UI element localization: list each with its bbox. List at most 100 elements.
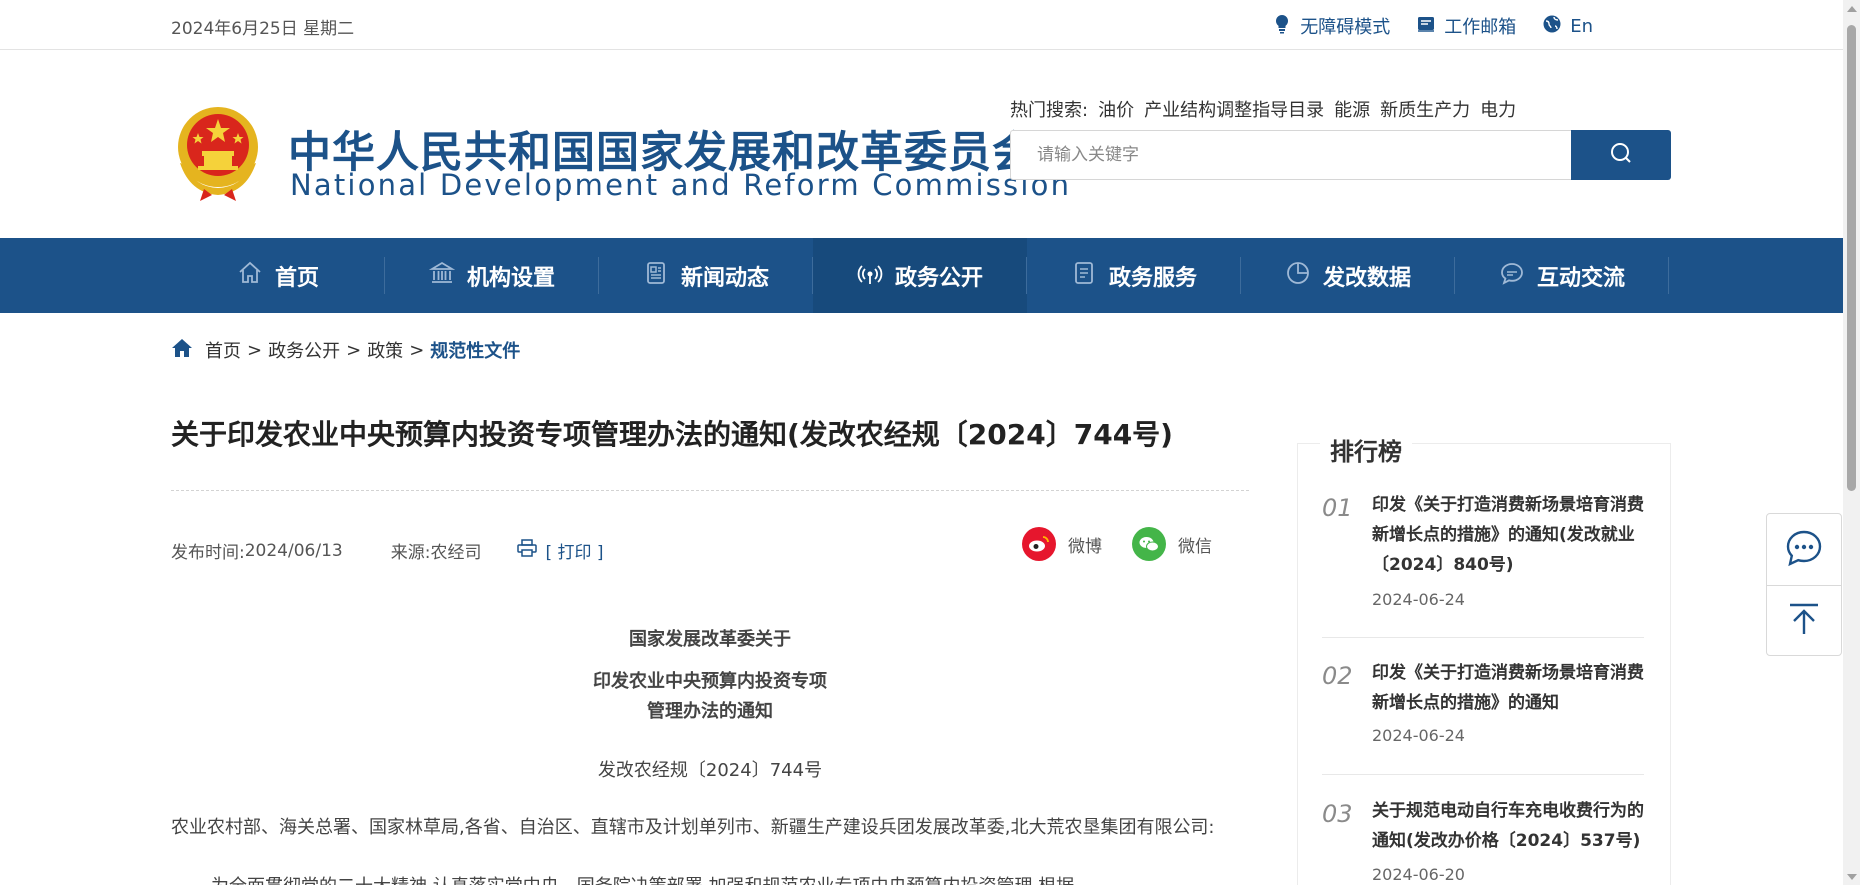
hot-search-label: 热门搜索: — [1010, 100, 1089, 121]
ranking-divider — [1322, 774, 1644, 775]
ranking-item-date: 2024-06-24 — [1372, 590, 1465, 609]
ranking-number: 01 — [1322, 494, 1353, 522]
current-date: 2024年6月25日 星期二 — [171, 19, 355, 39]
share-bar: 微博 微信 — [1022, 527, 1212, 561]
search-input[interactable] — [1011, 131, 1572, 179]
nav-item-government-service[interactable]: 政务服务 — [1027, 238, 1241, 313]
share-weibo-label: 微博 — [1068, 536, 1102, 557]
publish-date-label: 发布时间: — [171, 543, 245, 563]
ranking-item: 01 印发《关于打造消费新场景培育消费新增长点的措施》的通知(发改就业〔2024… — [1322, 490, 1644, 640]
english-label: En — [1570, 15, 1593, 37]
nav-item-government-affairs[interactable]: 政务公开 — [813, 238, 1027, 313]
nav-item-institution[interactable]: 机构设置 — [385, 238, 599, 313]
hot-keyword[interactable]: 油价 — [1098, 96, 1134, 122]
pie-chart-icon — [1285, 260, 1311, 292]
printer-icon — [517, 539, 538, 562]
breadcrumb-government-affairs[interactable]: 政务公开 — [268, 337, 340, 363]
top-links: 无障碍模式 工作邮箱 En — [1272, 13, 1593, 39]
print-button[interactable]: [ 打印 ] — [517, 538, 604, 563]
nav-item-interaction[interactable]: 互动交流 — [1455, 238, 1669, 313]
publish-date: 2024/06/13 — [244, 540, 343, 561]
nav-item-home[interactable]: 首页 — [171, 238, 385, 313]
breadcrumb-current[interactable]: 规范性文件 — [430, 337, 520, 363]
globe-icon — [1542, 14, 1562, 39]
floating-toolbar — [1766, 513, 1842, 656]
site-title-en[interactable]: National Development and Reform Commissi… — [290, 168, 1071, 202]
institution-icon — [428, 260, 456, 292]
accessibility-icon — [1272, 14, 1292, 39]
ranking-divider — [1322, 637, 1644, 638]
back-to-top-icon — [1786, 601, 1822, 641]
ranking-title: 排行榜 — [1320, 432, 1412, 467]
nav-item-label: 政务公开 — [894, 265, 983, 291]
title-divider — [171, 490, 1249, 491]
service-icon — [1071, 260, 1097, 292]
main-nav: 首页 机构设置 新闻动态 政务公开 政务服务 发改数据 互动交流 — [0, 238, 1843, 313]
nav-divider — [1668, 257, 1669, 294]
doc-body-paragraph: 为全面贯彻党的二十大精神,认真落实党中央、国务院决策部署,加强和规范农业专项中央… — [211, 872, 1251, 885]
search-button[interactable] — [1571, 130, 1671, 180]
scroll-up-arrow[interactable] — [1843, 0, 1860, 17]
nav-item-label: 发改数据 — [1322, 265, 1411, 291]
share-wechat[interactable]: 微信 — [1132, 527, 1212, 561]
doc-heading-line-2: 印发农业中央预算内投资专项 — [593, 671, 827, 692]
top-bar: 2024年6月25日 星期二 无障碍模式 工作邮箱 En — [0, 0, 1843, 50]
page-scrollbar[interactable] — [1843, 0, 1860, 885]
chat-bubble-icon — [1499, 260, 1525, 292]
nav-item-label: 互动交流 — [1536, 265, 1625, 291]
doc-heading-line-3: 管理办法的通知 — [647, 701, 773, 722]
ranking-item: 02 印发《关于打造消费新场景培育消费新增长点的措施》的通知 2024-06-2… — [1322, 658, 1644, 778]
hot-search: 热门搜索: 油价 产业结构调整指导目录 能源 新质生产力 电力 — [1010, 96, 1516, 122]
breadcrumb-separator: > — [247, 339, 263, 361]
online-chat-button[interactable] — [1767, 514, 1841, 585]
source-value: 农经司 — [430, 543, 482, 563]
accessibility-mode-link[interactable]: 无障碍模式 — [1272, 13, 1390, 39]
breadcrumb: 首页 > 政务公开 > 政策 > 规范性文件 — [171, 337, 520, 363]
source-label: 来源: — [390, 543, 431, 563]
breadcrumb-separator: > — [346, 339, 362, 361]
broadcast-icon — [857, 260, 883, 292]
hot-keyword[interactable]: 能源 — [1334, 96, 1370, 122]
doc-recipients: 农业农村部、海关总署、国家林草局,各省、自治区、直辖市及计划单列市、新疆生产建设… — [171, 817, 1215, 838]
hot-keyword[interactable]: 产业结构调整指导目录 — [1144, 96, 1324, 122]
doc-number: 发改农经规〔2024〕744号 — [597, 760, 823, 781]
nav-item-news[interactable]: 新闻动态 — [599, 238, 813, 313]
scrollbar-thumb[interactable] — [1847, 25, 1856, 491]
english-link[interactable]: En — [1542, 13, 1593, 39]
doc-heading-line-1: 国家发展改革委关于 — [629, 629, 791, 650]
breadcrumb-separator: > — [409, 339, 425, 361]
breadcrumb-home[interactable]: 首页 — [205, 337, 241, 363]
ranking-item-title[interactable]: 印发《关于打造消费新场景培育消费新增长点的措施》的通知 — [1372, 658, 1644, 718]
nav-item-data[interactable]: 发改数据 — [1241, 238, 1455, 313]
back-to-top-button[interactable] — [1767, 585, 1841, 656]
article-meta: 发布时间: 2024/06/13 来源: 农经司 [ 打印 ] — [171, 538, 604, 563]
ranking-item-title[interactable]: 印发《关于打造消费新场景培育消费新增长点的措施》的通知(发改就业〔2024〕84… — [1372, 490, 1644, 580]
national-emblem-logo[interactable] — [170, 103, 266, 203]
mailbox-icon — [1416, 14, 1436, 39]
search-icon — [1609, 141, 1633, 169]
work-email-label: 工作邮箱 — [1444, 17, 1517, 38]
home-icon — [237, 260, 263, 292]
article-title: 关于印发农业中央预算内投资专项管理办法的通知(发改农经规〔2024〕744号) — [171, 418, 1173, 451]
nav-item-label: 机构设置 — [466, 265, 555, 291]
ranking-number: 02 — [1322, 662, 1353, 690]
hot-keyword[interactable]: 电力 — [1480, 96, 1516, 122]
share-weibo[interactable]: 微博 — [1022, 527, 1102, 561]
chat-icon — [1784, 528, 1824, 572]
ranking-item-title[interactable]: 关于规范电动自行车充电收费行为的通知(发改办价格〔2024〕537号) — [1372, 796, 1644, 856]
wechat-icon — [1132, 527, 1166, 561]
ranking-item-date: 2024-06-20 — [1372, 865, 1465, 884]
nav-item-label: 政务服务 — [1108, 265, 1197, 291]
site-header: 中华人民共和国国家发展和改革委员会 National Development a… — [0, 50, 1843, 238]
home-icon[interactable] — [171, 338, 193, 363]
hot-keyword[interactable]: 新质生产力 — [1380, 96, 1470, 122]
nav-item-label: 新闻动态 — [680, 265, 769, 291]
ranking-item: 03 关于规范电动自行车充电收费行为的通知(发改办价格〔2024〕537号) 2… — [1322, 796, 1644, 885]
nav-item-label: 首页 — [274, 265, 319, 291]
weibo-icon — [1022, 527, 1056, 561]
breadcrumb-policy[interactable]: 政策 — [367, 337, 403, 363]
search-box — [1010, 130, 1572, 180]
work-email-link[interactable]: 工作邮箱 — [1416, 13, 1516, 39]
scroll-down-arrow[interactable] — [1843, 868, 1860, 885]
print-label: [ 打印 ] — [545, 543, 604, 563]
